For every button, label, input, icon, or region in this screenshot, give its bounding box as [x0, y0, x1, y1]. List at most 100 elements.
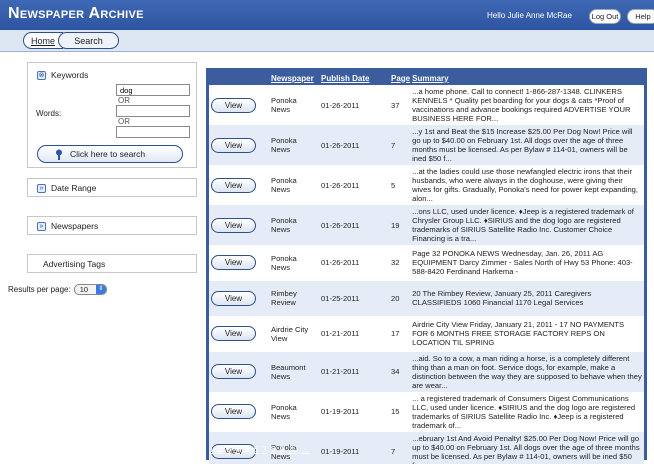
publish-date-cell: 01-19-2011 — [321, 407, 360, 416]
col-header-action — [209, 71, 269, 85]
page-link[interactable]: 10 — [288, 444, 297, 454]
tab-strip: Home Search — [0, 30, 654, 52]
newspapers-title: Newspapers — [51, 221, 99, 231]
keywords-panel: ⊗ Keywords Words: OR OR Click here to se… — [27, 62, 197, 168]
view-button[interactable]: View — [211, 255, 256, 271]
keywords-header[interactable]: ⊗ Keywords — [37, 70, 88, 80]
top-bar: Newspaper Archive Hello Julie Anne McRae… — [0, 0, 654, 30]
table-row: View Ponoka News 01-26-2011 32 Page 32 PONOK… — [209, 245, 644, 281]
page-link[interactable]: ... — [302, 444, 309, 454]
publish-date-cell: 01-26-2011 — [321, 258, 360, 268]
view-button[interactable]: View — [211, 97, 256, 113]
table-row: View Ponoka News 01-26-2011 7 ...y 1st and B… — [209, 125, 644, 165]
view-button[interactable]: View — [211, 404, 256, 419]
view-button[interactable]: View — [211, 290, 256, 306]
table-row: View Beaumont News 01-21-2011 34 ...aid. So … — [209, 351, 644, 392]
page-cell: 32 — [391, 258, 400, 268]
publish-date-cell: 01-19-2011 — [321, 447, 360, 456]
page-cell: 15 — [391, 407, 400, 416]
tab-search[interactable]: Search — [58, 32, 119, 49]
view-button[interactable]: View — [211, 177, 256, 193]
table-row: View Ponoka News 01-26-2011 19 ...ons LLC, u… — [209, 205, 644, 245]
newspaper-cell: Ponoka News — [271, 136, 297, 154]
user-greeting: Hello Julie Anne McRae — [487, 11, 572, 20]
page-cell: 34 — [391, 367, 400, 376]
results-table: Newspaper Publish Date Page Summary View… — [209, 71, 644, 464]
expand-icon[interactable]: » — [37, 221, 46, 231]
publish-date-cell: 01-26-2011 — [321, 100, 360, 110]
keyword-input-2[interactable] — [116, 105, 190, 117]
page-link[interactable]: 4 — [235, 444, 240, 454]
words-label: Words: — [36, 109, 62, 118]
newspaper-cell: Ponoka News — [271, 176, 297, 194]
logout-button[interactable]: Log Out — [589, 9, 621, 24]
col-header-page[interactable]: Page — [389, 71, 411, 85]
help-button[interactable]: Help — [627, 9, 654, 24]
publish-date-cell: 01-26-2011 — [321, 140, 360, 150]
select-arrow-icon: ⇕ — [95, 285, 106, 294]
page-link[interactable]: 7 — [262, 444, 267, 454]
summary-cell: Page 32 PONOKA NEWS Wednesday, Jan. 26, … — [412, 249, 633, 277]
newspaper-cell: Airdrie City View — [271, 324, 309, 343]
page-link[interactable]: 5 — [244, 444, 250, 455]
view-button[interactable]: View — [211, 137, 256, 153]
summary-cell: ... a registered trademark of Consumers … — [412, 393, 636, 430]
tab-home[interactable]: Home — [23, 32, 63, 49]
page-link[interactable]: 8 — [271, 444, 276, 454]
results-panel: Newspaper Publish Date Page Summary View… — [206, 68, 647, 464]
col-header-publish-date[interactable]: Publish Date — [319, 71, 389, 85]
table-row: View Ponoka News 01-26-2011 5 ...at the ladi… — [209, 165, 644, 205]
summary-cell: ...ebruary 1st And Avoid Penalty! $25.00… — [412, 433, 640, 464]
publish-date-cell: 01-21-2011 — [321, 329, 360, 339]
date-range-title: Date Range — [51, 183, 97, 193]
keyword-input-1[interactable] — [116, 84, 190, 96]
view-button[interactable]: View — [211, 217, 256, 233]
summary-cell: ...ons LLC, used under licence. ♦Jeep is… — [412, 207, 634, 243]
newspaper-cell: Ponoka News — [271, 96, 297, 114]
view-button[interactable]: View — [211, 364, 256, 379]
publish-date-cell: 01-25-2011 — [321, 293, 360, 303]
or-label: OR — [118, 117, 130, 126]
search-button[interactable]: Click here to search — [37, 145, 183, 163]
page-link[interactable]: 1 — [209, 444, 214, 454]
or-label: OR — [118, 96, 130, 105]
newspapers-panel[interactable]: » Newspapers — [27, 216, 197, 235]
brand-title: Newspaper Archive — [8, 5, 144, 22]
results-per-page-select[interactable]: 10 ⇕ — [73, 284, 107, 295]
page-link[interactable]: 3 — [226, 444, 231, 454]
collapse-icon[interactable]: ⊗ — [37, 70, 46, 80]
page-cell: 19 — [391, 220, 400, 230]
newspaper-cell: Rimbey Review — [271, 289, 297, 308]
summary-cell: ...aid. So to a cow, a man riding a hors… — [412, 353, 642, 390]
results-per-page-label: Results per page: — [8, 285, 71, 294]
newspaper-cell: Ponoka News — [271, 402, 297, 421]
publish-date-cell: 01-26-2011 — [321, 220, 360, 230]
results-per-page: Results per page: 10 ⇕ — [8, 284, 107, 295]
page-cell: 7 — [391, 447, 396, 456]
page-cell: 5 — [391, 180, 396, 190]
page-link[interactable]: 2 — [218, 444, 223, 454]
date-range-panel[interactable]: » Date Range — [27, 178, 197, 197]
page-cell: 37 — [391, 100, 400, 110]
page-link[interactable]: 6 — [254, 444, 259, 454]
summary-cell: ...y 1st and Beat the $15 Increase $25.0… — [412, 127, 633, 163]
table-row: View Ponoka News 01-19-2011 15 ... a registe… — [209, 392, 644, 432]
summary-cell: ...at the ladies could use those newfang… — [412, 167, 638, 203]
publish-date-cell: 01-26-2011 — [321, 180, 360, 190]
page-cell: 20 — [391, 293, 400, 303]
view-button[interactable]: View — [211, 326, 256, 342]
summary-cell: Airdrie City View Friday, January 21, 20… — [412, 320, 625, 348]
newspaper-cell: Ponoka News — [271, 253, 297, 272]
advertising-tags-panel[interactable]: Advertising Tags — [27, 254, 197, 273]
keyword-input-3[interactable] — [116, 126, 190, 138]
newspaper-cell: Beaumont News — [271, 362, 306, 381]
table-row: View Ponoka News 01-26-2011 37 ...a home pho… — [209, 85, 644, 125]
col-header-newspaper[interactable]: Newspaper — [269, 71, 319, 85]
table-row: View Airdrie City View 01-21-2011 17 Airdrie… — [209, 316, 644, 352]
newspaper-cell: Ponoka News — [271, 216, 297, 234]
page-link[interactable]: 9 — [280, 444, 285, 454]
summary-cell: 20 The Rimbey Review, January 25, 2011 C… — [412, 289, 592, 308]
expand-icon[interactable]: » — [37, 183, 46, 193]
col-header-summary: Summary — [410, 71, 644, 85]
page-cell: 7 — [391, 140, 396, 150]
